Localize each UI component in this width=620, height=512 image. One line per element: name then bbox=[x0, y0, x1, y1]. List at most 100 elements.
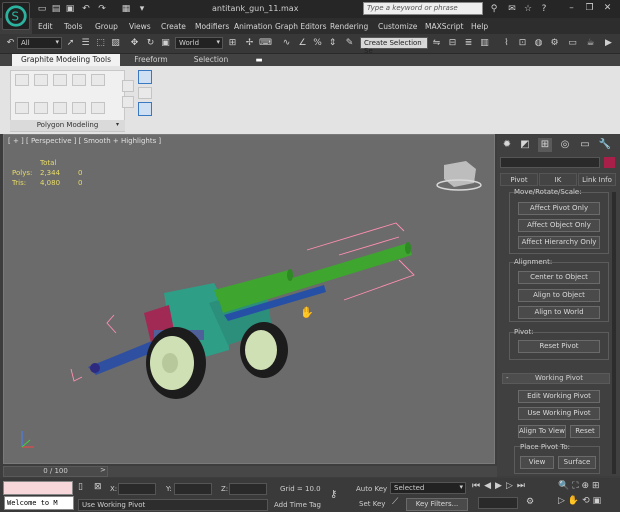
group-expand-icon[interactable]: ▾ bbox=[116, 121, 119, 128]
perspective-viewport[interactable]: ✋ bbox=[3, 134, 495, 464]
menu-tools[interactable]: Tools bbox=[64, 22, 82, 31]
motion-panel-icon[interactable]: ◎ bbox=[558, 138, 572, 152]
next-modifier-icon[interactable] bbox=[122, 96, 134, 108]
menu-modifiers[interactable]: Modifiers bbox=[195, 22, 229, 31]
menu-rendering[interactable]: Rendering bbox=[330, 22, 368, 31]
stack-icon[interactable] bbox=[34, 102, 48, 114]
y-coordinate-field[interactable] bbox=[174, 483, 212, 495]
keyboard-shortcut-icon[interactable]: ⌨ bbox=[259, 37, 272, 50]
align-to-object-button[interactable]: Align to Object bbox=[518, 289, 600, 302]
absolute-mode-icon[interactable]: ⊠ bbox=[94, 482, 102, 492]
time-config-icon[interactable]: ⚙ bbox=[526, 497, 534, 507]
undo-toolbar-icon[interactable]: ↶ bbox=[4, 37, 17, 50]
welcome-field[interactable]: Welcome to M bbox=[4, 496, 74, 510]
schematic-view-icon[interactable]: ⊡ bbox=[516, 37, 529, 50]
set-key-button[interactable]: Set Key bbox=[359, 500, 385, 508]
render-setup-icon[interactable]: ⚙ bbox=[548, 37, 561, 50]
align-icon[interactable]: ⊟ bbox=[446, 37, 459, 50]
set-key-icon[interactable]: ⚷ bbox=[330, 489, 337, 500]
polygon-modeling-label[interactable]: Polygon Modeling bbox=[10, 120, 125, 131]
affect-object-only-button[interactable]: Affect Object Only bbox=[518, 219, 600, 232]
view-button[interactable]: View bbox=[520, 456, 554, 469]
hierarchy-panel-icon[interactable]: ⊞ bbox=[538, 138, 552, 152]
selection-filter-dropdown[interactable]: All bbox=[17, 37, 62, 49]
manipulate-icon[interactable]: ✢ bbox=[243, 37, 256, 50]
spinner-snap-icon[interactable]: ⇕ bbox=[326, 37, 339, 50]
tab-link-info[interactable]: Link Info bbox=[578, 173, 616, 186]
binoculars-icon[interactable]: ⚲ bbox=[488, 3, 500, 15]
tab-selection[interactable]: Selection bbox=[182, 54, 240, 66]
redo-icon[interactable]: ↷ bbox=[96, 3, 108, 15]
x-coordinate-field[interactable] bbox=[118, 483, 156, 495]
surface-button[interactable]: Surface bbox=[558, 456, 596, 469]
element-icon[interactable] bbox=[91, 74, 105, 86]
edit-named-selection-icon[interactable]: ✎ bbox=[343, 37, 356, 50]
undo-icon[interactable]: ↶ bbox=[80, 3, 92, 15]
percent-snap-icon[interactable]: % bbox=[311, 37, 324, 50]
auto-key-button[interactable]: Auto Key bbox=[356, 485, 387, 493]
menu-graph-editors[interactable]: Graph Editors bbox=[275, 22, 327, 31]
add-time-tag-button[interactable]: Add Time Tag bbox=[274, 501, 321, 509]
search-input[interactable]: Type a keyword or phrase bbox=[363, 2, 483, 15]
modify-panel-icon[interactable]: ◩ bbox=[518, 138, 532, 152]
affect-pivot-only-button[interactable]: Affect Pivot Only bbox=[518, 202, 600, 215]
previous-modifier-icon[interactable] bbox=[138, 87, 152, 99]
select-move-icon[interactable]: ✥ bbox=[128, 37, 141, 50]
command-panel-scrollbar[interactable] bbox=[612, 192, 616, 474]
rendered-frame-icon[interactable]: ▭ bbox=[566, 37, 579, 50]
open-icon[interactable]: ▤ bbox=[50, 3, 62, 15]
new-icon[interactable]: ▭ bbox=[36, 3, 48, 15]
viewport-nav-controls-top[interactable]: 🔍⛶⊕⊞ bbox=[558, 481, 603, 491]
modify-mode-icon[interactable] bbox=[15, 102, 29, 114]
help-icon[interactable]: ? bbox=[538, 3, 550, 15]
time-slider[interactable]: 0 / 100 bbox=[3, 466, 108, 477]
angle-snap-icon[interactable]: ∠ bbox=[296, 37, 309, 50]
viewport-label[interactable]: [ + ] [ Perspective ] [ Smooth + Highlig… bbox=[8, 137, 161, 145]
named-selection-set-dropdown[interactable]: Create Selection Se bbox=[360, 37, 428, 55]
menu-maxscript[interactable]: MAXScript bbox=[425, 22, 464, 31]
render-iterative-icon[interactable]: ▶ bbox=[602, 37, 615, 50]
affect-hierarchy-only-button[interactable]: Affect Hierarchy Only bbox=[518, 236, 600, 249]
utilities-panel-icon[interactable]: 🔧 bbox=[598, 138, 612, 152]
current-frame-field[interactable] bbox=[478, 497, 518, 509]
playback-controls[interactable]: ⏮◀▶▷⏭ bbox=[472, 481, 529, 491]
viewport-nav-controls-bottom[interactable]: ▷✋⟲▣ bbox=[558, 496, 604, 506]
favorites-icon[interactable]: ☆ bbox=[522, 3, 534, 15]
close-button[interactable]: ✕ bbox=[600, 2, 615, 15]
reset-working-pivot-button[interactable]: Reset bbox=[570, 425, 600, 438]
graphite-toggle-icon[interactable]: ▥ bbox=[478, 37, 491, 50]
object-color-swatch[interactable] bbox=[604, 157, 615, 168]
quick-access-dropdown-icon[interactable]: ▾ bbox=[136, 3, 148, 15]
ribbon-minimize-icon[interactable]: ▬ bbox=[252, 54, 266, 66]
reset-pivot-button[interactable]: Reset Pivot bbox=[518, 340, 600, 353]
create-panel-icon[interactable]: ✹ bbox=[500, 138, 514, 152]
edit-working-pivot-button[interactable]: Edit Working Pivot bbox=[518, 390, 600, 403]
collapse-icon[interactable] bbox=[53, 102, 67, 114]
mirror-icon[interactable]: ⇋ bbox=[430, 37, 443, 50]
select-object-icon[interactable]: ➚ bbox=[64, 37, 77, 50]
pin-icon[interactable] bbox=[122, 80, 134, 92]
use-working-pivot-button[interactable]: Use Working Pivot bbox=[518, 407, 600, 420]
app-logo-button[interactable]: S bbox=[2, 2, 30, 30]
preserve-uvs-icon[interactable] bbox=[72, 102, 86, 114]
rollout-collapse-icon[interactable]: - bbox=[506, 374, 509, 382]
object-name-field[interactable] bbox=[500, 157, 600, 168]
tab-pivot[interactable]: Pivot bbox=[500, 173, 538, 186]
layer-manager-icon[interactable]: ≣ bbox=[462, 37, 475, 50]
rectangular-region-icon[interactable]: ⬚ bbox=[94, 37, 107, 50]
align-to-view-button[interactable]: Align To View bbox=[518, 425, 566, 438]
save-icon[interactable]: ▣ bbox=[64, 3, 76, 15]
key-filters-button[interactable]: Key Filters... bbox=[406, 498, 468, 511]
menu-views[interactable]: Views bbox=[129, 22, 151, 31]
curve-editor-icon[interactable]: ⌇ bbox=[500, 37, 513, 50]
edge-icon[interactable] bbox=[34, 74, 48, 86]
window-crossing-icon[interactable]: ▨ bbox=[109, 37, 122, 50]
select-rotate-icon[interactable]: ↻ bbox=[144, 37, 157, 50]
menu-edit[interactable]: Edit bbox=[38, 22, 53, 31]
repeat-icon[interactable] bbox=[91, 102, 105, 114]
key-mode-icon[interactable]: ⟋ bbox=[392, 497, 398, 507]
menu-create[interactable]: Create bbox=[161, 22, 186, 31]
snaps-toggle-icon[interactable]: ∿ bbox=[280, 37, 293, 50]
minimize-button[interactable]: – bbox=[564, 2, 579, 15]
polygon-icon[interactable] bbox=[72, 74, 86, 86]
